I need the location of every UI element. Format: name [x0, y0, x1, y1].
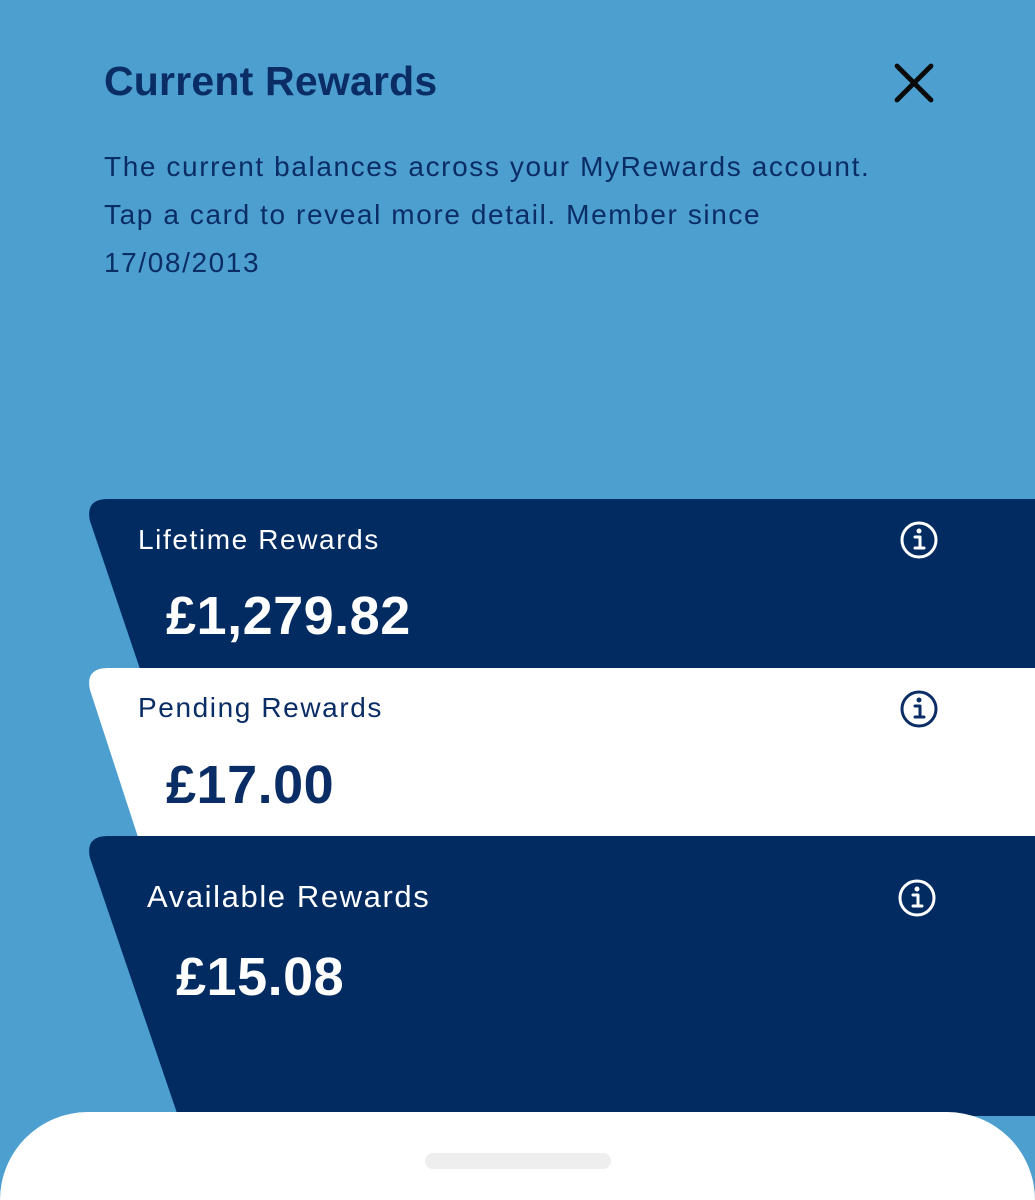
available-rewards-card[interactable]	[0, 836, 1035, 1116]
pending-rewards-label: Pending Rewards	[138, 692, 384, 723]
available-rewards-label: Available Rewards	[147, 879, 431, 914]
lifetime-rewards-info-button[interactable]	[899, 520, 939, 560]
info-icon	[898, 879, 936, 917]
description-line-3: 17/08/2013	[104, 247, 261, 278]
close-button[interactable]	[889, 58, 939, 108]
pending-rewards-info-button[interactable]	[899, 689, 939, 729]
description-line-2: Tap a card to reveal more detail. Member…	[104, 199, 762, 230]
description-line-1: The current balances across your MyRewar…	[104, 151, 871, 182]
drag-handle[interactable]	[425, 1153, 611, 1169]
info-icon	[900, 521, 938, 559]
info-icon	[900, 690, 938, 728]
lifetime-rewards-label: Lifetime Rewards	[138, 524, 380, 555]
pending-rewards-amount: £17.00	[166, 755, 335, 815]
available-rewards-info-button[interactable]	[897, 878, 937, 918]
close-icon	[894, 63, 934, 103]
available-rewards-amount: £15.08	[176, 947, 345, 1007]
rewards-description: The current balances across your MyRewar…	[104, 143, 934, 287]
lifetime-rewards-amount: £1,279.82	[166, 586, 411, 646]
page-title: Current Rewards	[104, 58, 438, 104]
